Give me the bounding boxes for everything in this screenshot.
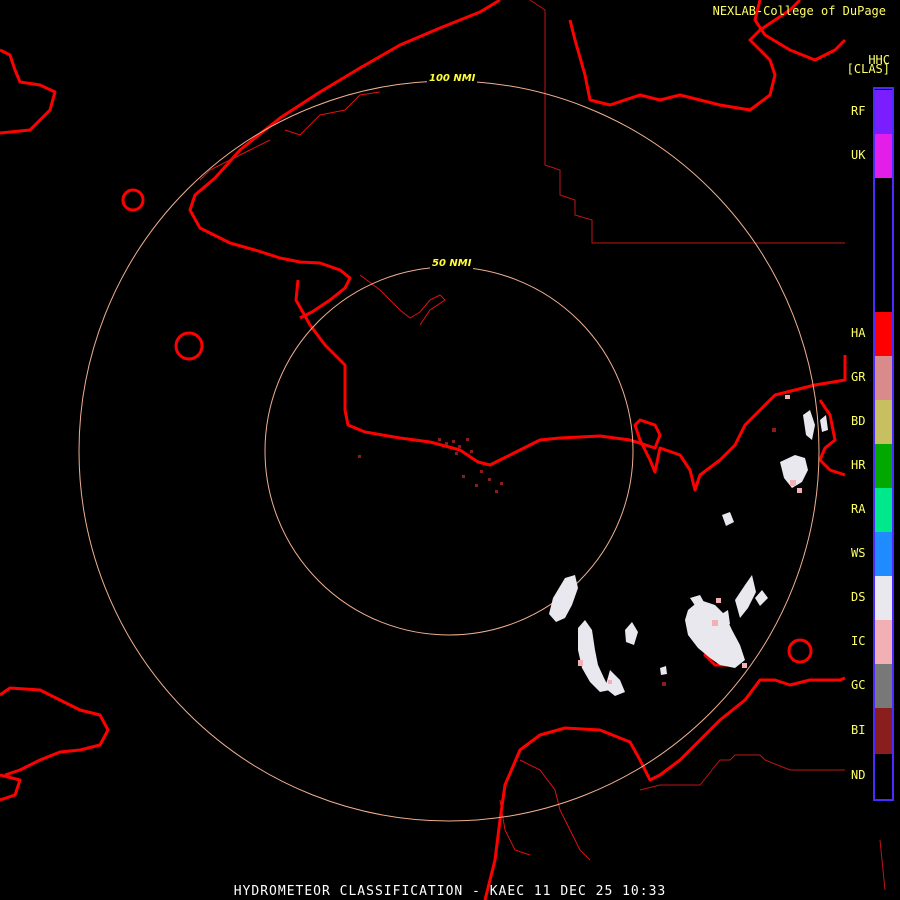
product-title: HYDROMETEOR CLASSIFICATION - KAEC 11 DEC… [233,884,667,899]
legend-swatch-rf [875,90,892,134]
legend-swatch-hr [875,444,892,488]
legend-swatch-ds [875,576,892,620]
legend-swatch-ra [875,488,892,532]
coast-details [199,91,591,861]
legend-label-ds: DS [851,590,866,604]
legend-label-uk: UK [851,148,866,162]
radar-map [0,0,894,900]
ring-label-50: 50 NMI [430,258,474,269]
ring-label-100: 100 NMI [427,73,478,84]
legend-label-gr: GR [851,370,866,384]
legend-label-hr: HR [851,458,866,472]
credit-text: NEXLAB-College of DuPage [712,4,886,18]
legend-label-bi: BI [851,723,866,737]
legend-swatch-bd [875,400,892,444]
product-sub: [CLAS] [846,62,890,76]
legend-swatch-ws [875,532,892,576]
legend-scale [873,87,894,801]
border-lines [529,0,886,891]
legend-swatch-ha [875,312,892,356]
radar-echoes [358,395,828,696]
legend-label-ws: WS [851,546,866,560]
legend-swatch-ic [875,620,892,664]
echoes-dry-snow [549,410,828,696]
legend-swatch-uk [875,134,892,178]
legend-swatch-nd [875,754,892,798]
legend-label-rf: RF [851,104,866,118]
range-ring-100 [78,80,820,822]
legend-label-bd: BD [851,414,866,428]
legend-label-gc: GC [851,678,866,692]
range-ring-50 [264,266,634,636]
legend-label-ha: HA [851,326,866,340]
coastlines [0,0,847,900]
legend-label-nd: ND [851,768,866,782]
legend-label-ra: RA [851,502,866,516]
legend-label-ic: IC [851,634,866,648]
legend-swatch-gc [875,664,892,708]
range-rings [78,80,820,822]
legend-swatch-gr [875,356,892,400]
legend-swatch-bi [875,708,892,754]
